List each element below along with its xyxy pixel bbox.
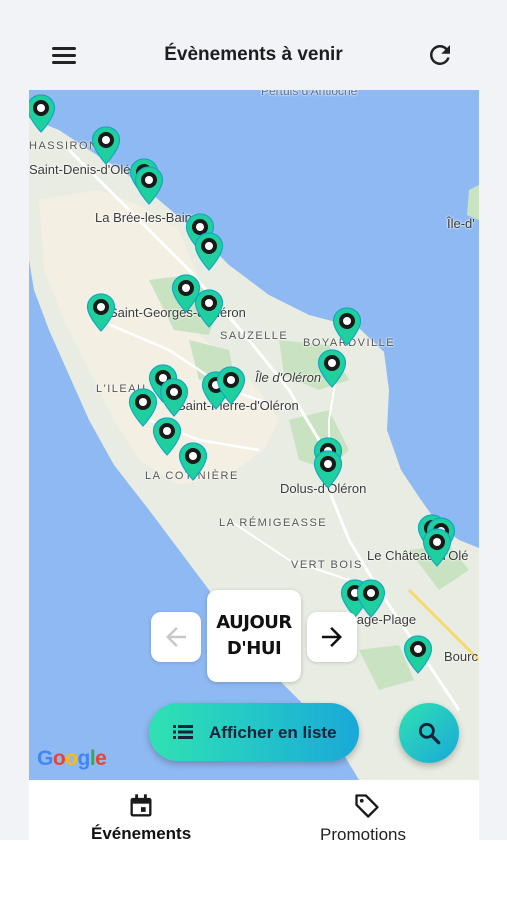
bottom-navigation: Événements Promotions [29,780,479,846]
next-day-button[interactable] [307,612,357,662]
map-pin-icon[interactable] [403,635,433,675]
tab-promotions[interactable]: Promotions [309,780,429,844]
place-label: Bourc [444,649,478,664]
place-label: VERT BOIS [291,559,363,571]
place-label: LA RÉMIGEASSE [219,517,328,529]
arrow-right-icon [322,627,342,647]
map-pin-icon[interactable] [134,166,164,206]
search-icon [418,722,441,745]
show-list-label: Afficher en liste [209,723,337,742]
list-icon [173,725,193,739]
map-pin-icon[interactable] [313,450,343,490]
google-logo: Google [37,747,107,770]
map-pin-icon[interactable] [216,366,246,406]
place-label: Île d'Oléron [255,370,322,385]
bottom-spacer [0,840,507,900]
search-button[interactable] [399,703,459,763]
place-label: Pertuis d'Antioche [261,90,358,98]
place-label: SAUZELLE [220,330,289,342]
today-button[interactable]: AUJOUR D'HUI [207,590,301,682]
map-pin-icon[interactable] [29,94,56,134]
previous-day-button[interactable] [151,612,201,662]
show-list-button[interactable]: Afficher en liste [149,703,359,761]
today-label-line2: D'HUI [226,638,282,659]
calendar-icon [130,794,152,817]
refresh-icon[interactable] [425,40,455,70]
app-screen: Évènements à venir Pertuis d'Antioche HA… [0,0,507,900]
map-pin-icon[interactable] [194,289,224,329]
map-pin-icon[interactable] [194,232,224,272]
place-label: Île-d' [447,216,475,231]
place-label: HASSIRON [29,140,99,152]
map-pin-icon[interactable] [159,378,189,418]
map-pin-icon[interactable] [422,528,452,568]
map-pin-icon[interactable] [91,126,121,166]
map-pin-icon[interactable] [86,293,116,333]
arrow-left-icon [166,627,186,647]
tag-icon [355,794,379,818]
map-pin-icon[interactable] [332,307,362,347]
map-pin-icon[interactable] [356,579,386,619]
today-label-line1: AUJOUR [216,612,292,633]
map-pin-icon[interactable] [317,349,347,389]
app-header: Évènements à venir [0,0,507,90]
map-pin-icon[interactable] [178,442,208,482]
place-label: La Brée-les-Bains [95,210,199,225]
tab-evenements[interactable]: Événements [69,780,214,846]
